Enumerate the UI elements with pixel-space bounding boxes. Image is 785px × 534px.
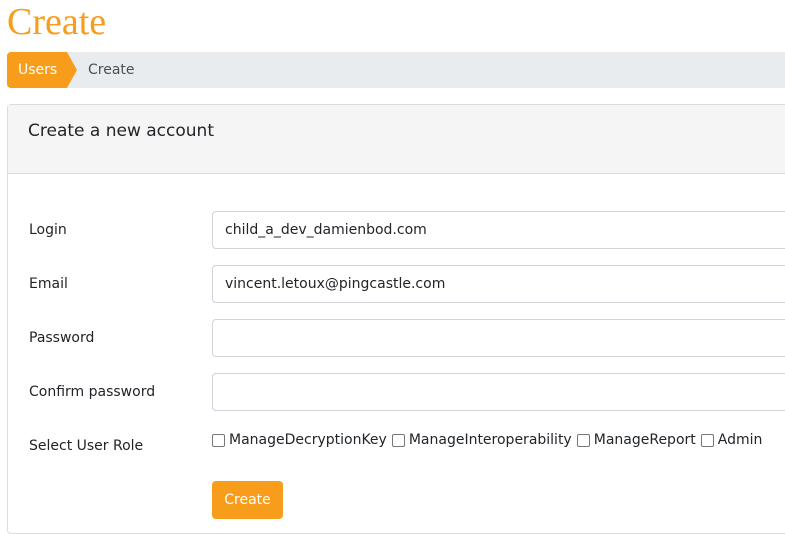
- confirm-password-label: Confirm password: [29, 384, 156, 400]
- checkbox[interactable]: [576, 433, 590, 447]
- password-label: Password: [29, 330, 95, 346]
- login-input[interactable]: [212, 211, 785, 249]
- confirm-password-input[interactable]: [212, 373, 785, 411]
- checkbox[interactable]: [700, 433, 714, 447]
- role-manage-report[interactable]: ManageReport: [576, 432, 696, 448]
- breadcrumb-current: Create: [88, 62, 135, 78]
- page-title: Create: [7, 1, 107, 43]
- role-label: Select User Role: [29, 438, 144, 454]
- role-option-label: ManageReport: [593, 432, 696, 448]
- breadcrumb: Users Create: [7, 52, 785, 88]
- card-title: Create a new account: [8, 105, 785, 174]
- checkbox[interactable]: [391, 433, 405, 447]
- role-manage-decryption-key[interactable]: ManageDecryptionKey: [212, 432, 387, 448]
- role-options: ManageDecryptionKey ManageInteroperabili…: [212, 432, 767, 448]
- create-account-card: Create a new account Login Email Passwor…: [7, 104, 785, 534]
- breadcrumb-users-link[interactable]: Users: [7, 52, 77, 88]
- role-option-label: Admin: [717, 432, 763, 448]
- checkbox[interactable]: [212, 433, 225, 447]
- role-admin[interactable]: Admin: [700, 432, 763, 448]
- email-input[interactable]: [212, 265, 785, 303]
- role-manage-interoperability[interactable]: ManageInteroperability: [391, 432, 572, 448]
- email-label: Email: [29, 276, 68, 292]
- role-option-label: ManageDecryptionKey: [229, 432, 387, 448]
- login-label: Login: [29, 222, 67, 238]
- role-option-label: ManageInteroperability: [408, 432, 572, 448]
- password-input[interactable]: [212, 319, 785, 357]
- create-button[interactable]: Create: [212, 481, 283, 519]
